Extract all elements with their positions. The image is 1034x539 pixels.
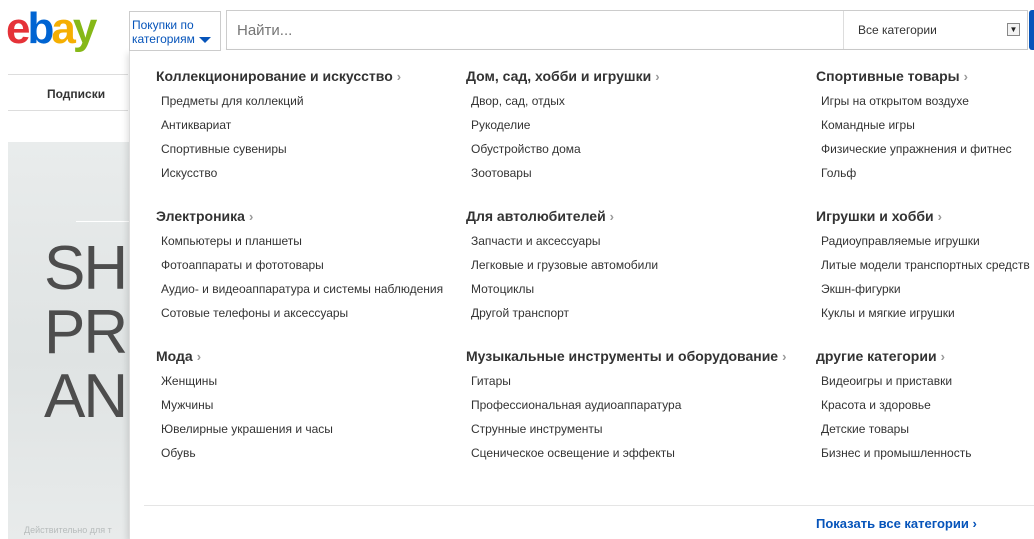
menu-group: Дом, сад, хобби и игрушки › Двор, сад, от…: [466, 68, 660, 185]
chevron-right-icon: ›: [609, 209, 615, 224]
menu-group-title-text: другие категории: [816, 348, 937, 364]
menu-group: Коллекционирование и искусство › Предметы…: [156, 68, 401, 185]
menu-group: Игрушки и хобби › Радиоуправляемые игрушк…: [816, 208, 1030, 325]
menu-group-title-text: Музыкальные инструменты и оборудование: [466, 348, 779, 364]
chevron-right-icon: ›: [248, 209, 254, 224]
search-input[interactable]: [227, 11, 842, 49]
hero-text-line: AN: [44, 362, 128, 431]
menu-group-title[interactable]: Для автолюбителей ›: [466, 208, 658, 224]
category-menu: Коллекционирование и искусство › Предметы…: [129, 50, 1034, 539]
chevron-right-icon: ›: [396, 69, 402, 84]
menu-item[interactable]: Компьютеры и планшеты: [161, 229, 443, 253]
menu-item[interactable]: Струнные инструменты: [471, 417, 786, 441]
menu-item[interactable]: Предметы для коллекций: [161, 89, 401, 113]
divider: [144, 505, 1034, 506]
menu-item[interactable]: Физические упражнения и фитнес: [821, 137, 1012, 161]
menu-group-title-text: Коллекционирование и искусство: [156, 68, 393, 84]
tab-subscriptions[interactable]: Подписки: [47, 87, 105, 101]
search-button[interactable]: [1029, 10, 1034, 50]
menu-item[interactable]: Женщины: [161, 369, 333, 393]
logo-letter: y: [72, 4, 98, 53]
menu-group: Спортивные товары › Игры на открытом возд…: [816, 68, 1012, 185]
menu-group-title[interactable]: другие категории ›: [816, 348, 971, 364]
menu-item[interactable]: Аудио- и видеоаппаратура и системы наблю…: [161, 277, 443, 301]
menu-group-title[interactable]: Игрушки и хобби ›: [816, 208, 1030, 224]
category-select[interactable]: Все категории ▼: [843, 11, 1028, 49]
menu-item[interactable]: Гитары: [471, 369, 786, 393]
menu-item[interactable]: Мужчины: [161, 393, 333, 417]
chevron-right-icon: ›: [196, 349, 202, 364]
menu-item[interactable]: Спортивные сувениры: [161, 137, 401, 161]
menu-group: Мода › Женщины Мужчины Ювелирные украшени…: [156, 348, 333, 465]
caret-down-icon: [198, 36, 211, 43]
category-select-value: Все категории: [858, 23, 937, 37]
hero-note: Действительно для т: [24, 525, 112, 535]
menu-item[interactable]: Детские товары: [821, 417, 971, 441]
menu-group-title[interactable]: Коллекционирование и искусство ›: [156, 68, 401, 84]
menu-group: Электроника › Компьютеры и планшеты Фотоа…: [156, 208, 443, 325]
menu-group: Музыкальные инструменты и оборудование › …: [466, 348, 786, 465]
menu-item[interactable]: Другой транспорт: [471, 301, 658, 325]
menu-item[interactable]: Искусство: [161, 161, 401, 185]
menu-item[interactable]: Сценическое освещение и эффекты: [471, 441, 786, 465]
menu-item[interactable]: Мотоциклы: [471, 277, 658, 301]
chevron-right-icon: ›: [782, 349, 787, 364]
menu-item[interactable]: Зоотовары: [471, 161, 660, 185]
menu-item[interactable]: Куклы и мягкие игрушки: [821, 301, 1030, 325]
hero-text-line: SH: [44, 234, 128, 303]
menu-group-title-text: Дом, сад, хобби и игрушки: [466, 68, 652, 84]
menu-item[interactable]: Игры на открытом воздухе: [821, 89, 1012, 113]
menu-item[interactable]: Видеоигры и приставки: [821, 369, 971, 393]
hero-banner[interactable]: SH PR AN Действительно для т: [8, 142, 130, 539]
logo-letter: b: [27, 4, 54, 53]
menu-item[interactable]: Обувь: [161, 441, 333, 465]
menu-item[interactable]: Командные игры: [821, 113, 1012, 137]
chevron-right-icon: ›: [937, 209, 942, 224]
menu-item[interactable]: Радиоуправляемые игрушки: [821, 229, 1030, 253]
menu-item[interactable]: Ювелирные украшения и часы: [161, 417, 333, 441]
chevron-right-icon: ›: [940, 349, 945, 364]
menu-item[interactable]: Рукоделие: [471, 113, 660, 137]
menu-group: Для автолюбителей › Запчасти и аксессуары…: [466, 208, 658, 325]
menu-group-title[interactable]: Спортивные товары ›: [816, 68, 1012, 84]
menu-item[interactable]: Фотоаппараты и фототовары: [161, 253, 443, 277]
menu-group-title-text: Для автолюбителей: [466, 208, 606, 224]
menu-item[interactable]: Бизнес и промышленность: [821, 441, 971, 465]
menu-group: другие категории › Видеоигры и приставки …: [816, 348, 971, 465]
menu-item[interactable]: Двор, сад, отдых: [471, 89, 660, 113]
menu-group-title[interactable]: Музыкальные инструменты и оборудование ›: [466, 348, 786, 364]
shop-by-category-label: Покупки по категориям: [132, 18, 195, 46]
menu-group-title-text: Спортивные товары: [816, 68, 960, 84]
menu-group-title[interactable]: Дом, сад, хобби и игрушки ›: [466, 68, 660, 84]
menu-item[interactable]: Обустройство дома: [471, 137, 660, 161]
menu-group-title-text: Игрушки и хобби: [816, 208, 934, 224]
menu-item[interactable]: Антиквариат: [161, 113, 401, 137]
menu-item[interactable]: Сотовые телефоны и аксессуары: [161, 301, 443, 325]
ebay-logo[interactable]: ebay: [6, 4, 98, 54]
divider: [8, 110, 128, 111]
dropdown-arrow-icon[interactable]: ▼: [1007, 23, 1020, 36]
chevron-right-icon: ›: [655, 69, 660, 84]
menu-group-title[interactable]: Электроника ›: [156, 208, 443, 224]
menu-group-title-text: Электроника: [156, 208, 245, 224]
menu-item[interactable]: Гольф: [821, 161, 1012, 185]
menu-item[interactable]: Профессиональная аудиоаппаратура: [471, 393, 786, 417]
chevron-right-icon: ›: [963, 69, 968, 84]
shop-by-category-button[interactable]: Покупки по категориям: [129, 11, 221, 51]
show-all-categories-link[interactable]: Показать все категории ›: [816, 516, 977, 531]
menu-item[interactable]: Красота и здоровье: [821, 393, 971, 417]
logo-letter: e: [6, 4, 31, 53]
menu-item[interactable]: Литые модели транспортных средств: [821, 253, 1030, 277]
menu-group-title-text: Мода: [156, 348, 193, 364]
menu-item[interactable]: Легковые и грузовые автомобили: [471, 253, 658, 277]
hero-rule: [76, 221, 130, 222]
menu-group-title[interactable]: Мода ›: [156, 348, 333, 364]
divider: [8, 74, 128, 75]
search-bar: Все категории ▼: [226, 10, 1028, 50]
menu-item[interactable]: Запчасти и аксессуары: [471, 229, 658, 253]
hero-text-line: PR: [44, 298, 128, 367]
logo-letter: a: [51, 4, 76, 53]
menu-item[interactable]: Экшн-фигурки: [821, 277, 1030, 301]
